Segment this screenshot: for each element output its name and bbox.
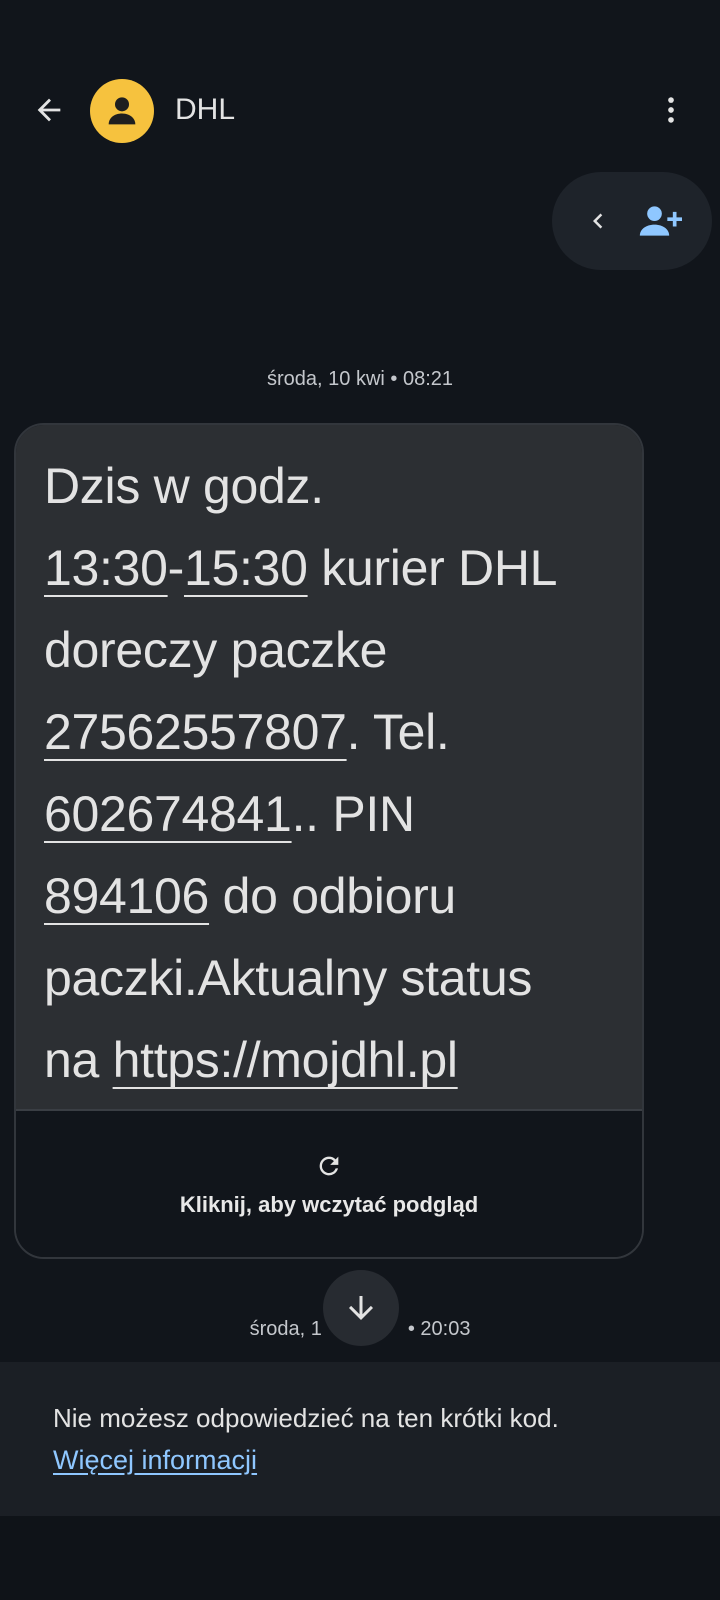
timestamp-2-right: • 20:03 [407, 1318, 471, 1340]
person-add-icon [639, 206, 682, 236]
timestamp-2-left: środa, 1 [249, 1318, 322, 1340]
pin-link[interactable]: 894106 [44, 868, 209, 924]
message-line: Dzis w godz. [44, 445, 614, 527]
message-line: doreczy paczke [44, 609, 614, 691]
message-line: na https://mojdhl.pl [44, 1019, 614, 1101]
refresh-icon [319, 1156, 339, 1176]
reply-disabled-notice: Nie możesz odpowiedzieć na ten krótki ko… [53, 1403, 559, 1433]
back-button[interactable] [24, 85, 74, 135]
message-text-segment: doreczy paczke [44, 622, 388, 678]
collapse-button[interactable] [578, 201, 618, 241]
message-line: 602674841.. PIN [44, 773, 614, 855]
message-text: Dzis w godz. 13:30-15:30 kurier DHL dore… [44, 445, 614, 1101]
message-line: 13:30-15:30 kurier DHL [44, 527, 614, 609]
url-link[interactable]: https://mojdhl.pl [113, 1032, 458, 1088]
more-options-button[interactable] [646, 85, 696, 135]
parcel-number-link[interactable]: 27562557807 [44, 704, 347, 760]
chevron-left-icon [593, 213, 603, 229]
message-timestamp: środa, 10 kwi • 08:21 [267, 368, 453, 390]
more-info-link[interactable]: Więcej informacji [53, 1445, 257, 1476]
message-line: paczki.Aktualny status [44, 937, 614, 1019]
message-text-segment: Dzis w godz. [44, 458, 324, 514]
message-text-segment: - [167, 540, 185, 596]
add-contact-button[interactable] [632, 193, 688, 249]
phone-number-link[interactable]: 602674841 [44, 786, 292, 842]
preview-label: Kliknij, aby wczytać podgląd [179, 1192, 479, 1217]
message-text-segment: .. PIN [291, 786, 416, 842]
message-text-segment: . Tel. [346, 704, 450, 760]
avatar[interactable] [90, 79, 154, 143]
scroll-to-bottom-button[interactable] [323, 1270, 399, 1346]
arrow-left-icon [37, 98, 61, 122]
message-bubble[interactable]: Dzis w godz. 13:30-15:30 kurier DHL dore… [14, 423, 644, 1259]
message-text-segment: do odbioru [209, 868, 457, 924]
message-text-segment: paczki.Aktualny status [44, 950, 533, 1006]
conversation-title[interactable]: DHL [175, 92, 235, 128]
reply-disabled-panel [0, 1362, 720, 1516]
message-body: Dzis w godz. 13:30-15:30 kurier DHL dore… [16, 425, 642, 1109]
message-line: 894106 do odbioru [44, 855, 614, 937]
bottom-inset [0, 1516, 720, 1600]
time-start-link[interactable]: 13:30 [44, 540, 168, 596]
message-text-segment: na [44, 1032, 113, 1088]
person-icon [108, 97, 136, 125]
message-line: 27562557807. Tel. [44, 691, 614, 773]
contact-actions-pill [552, 172, 712, 270]
more-vert-icon [668, 97, 674, 123]
time-end-link[interactable]: 15:30 [184, 540, 308, 596]
link-preview-button[interactable]: Kliknij, aby wczytać podgląd [16, 1109, 642, 1257]
arrow-down-icon [349, 1296, 373, 1320]
message-text-segment: kurier DHL [307, 540, 558, 596]
